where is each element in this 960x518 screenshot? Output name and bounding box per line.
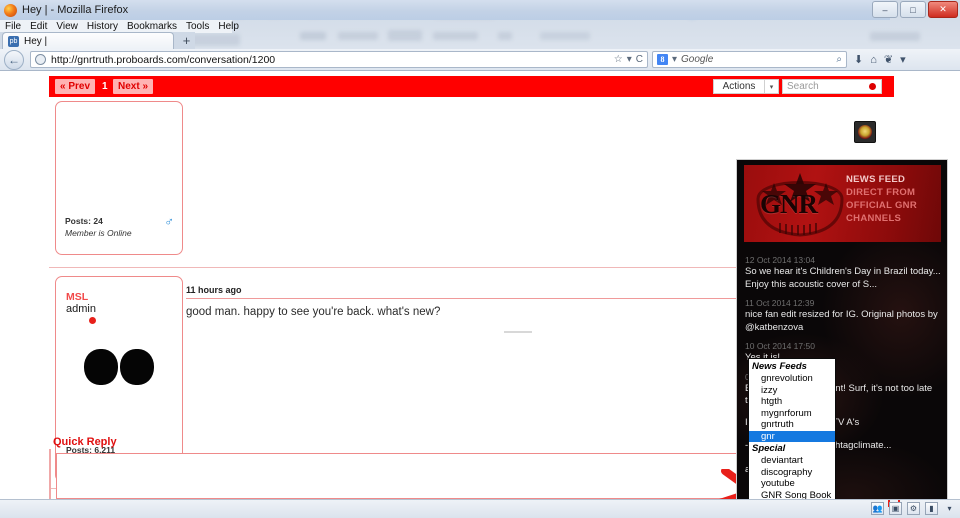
feed-item-date: 10 Oct 2014 17:50 xyxy=(745,341,815,351)
feed-item-text: So we hear it's Children's Day in Brazil… xyxy=(745,266,941,290)
title-bar: Hey | - Mozilla Firefox xyxy=(0,0,890,20)
menu-tools[interactable]: Tools xyxy=(186,21,209,32)
dropdown-option-deviantart[interactable]: deviantart xyxy=(749,455,835,467)
dropmarker-icon[interactable]: ▾ xyxy=(627,54,632,65)
search-engine-caret-icon[interactable]: ▾ xyxy=(672,54,677,65)
dropdown-option-gnrtruth[interactable]: gnrtruth xyxy=(749,419,835,431)
firefox-logo-icon xyxy=(4,3,17,17)
actions-button-label[interactable]: Actions xyxy=(713,79,765,94)
users-icon[interactable]: 👥 xyxy=(871,502,884,515)
post-author-card: Posts: 24 Member is Online ♂ xyxy=(55,101,183,255)
menu-view[interactable]: View xyxy=(56,21,78,32)
addons-icon[interactable]: ❦ xyxy=(884,53,893,66)
overlay-banner-headline: NEWS FEED DIRECT FROM OFFICIAL GNR CHANN… xyxy=(846,173,934,225)
back-button[interactable]: ← xyxy=(4,49,24,70)
actions-dropdown[interactable]: Actions ▾ xyxy=(713,79,779,94)
prev-page-button[interactable]: « Prev xyxy=(55,79,96,94)
status-bar-icons: 👥 ▣ ⚙ ▮ ▾ xyxy=(871,502,956,515)
downloads-icon[interactable]: ⬇ xyxy=(854,53,863,66)
feed-item[interactable]: 12 Oct 2014 13:04 So we hear it's Childr… xyxy=(745,255,941,291)
bookmark-star-icon[interactable]: ☆ xyxy=(614,54,623,65)
post-timestamp: 11 hours ago xyxy=(186,285,242,295)
tab-title: Hey | xyxy=(24,35,48,47)
feed-item[interactable]: 11 Oct 2014 12:39 nice fan edit resized … xyxy=(745,298,941,334)
dropdown-group-label: Special xyxy=(752,443,786,454)
member-status: Member is Online xyxy=(65,228,132,238)
menu-history[interactable]: History xyxy=(87,21,118,32)
quick-reply-left-rail xyxy=(49,449,51,499)
overlay-banner: GNR NEWS FEED DIRECT FROM OFFICIAL GNR C… xyxy=(744,165,941,242)
forum-toolbar: « Prev 1 Next » Actions ▾ Search xyxy=(49,76,894,97)
site-identity-icon xyxy=(35,54,46,65)
close-button[interactable]: ✕ xyxy=(928,1,958,18)
post-count: Posts: 24 xyxy=(65,216,103,226)
search-magnifier-icon[interactable]: ⌕ xyxy=(836,54,842,65)
author-avatar xyxy=(84,349,156,385)
next-page-button[interactable]: Next » xyxy=(113,79,154,94)
search-submit-icon[interactable] xyxy=(868,82,877,91)
gnr-wordmark: GNR xyxy=(760,189,818,219)
feed-item-text: nice fan edit resized for IG. Original p… xyxy=(745,309,938,333)
reload-icon[interactable]: C xyxy=(636,54,643,65)
window-controls[interactable]: – □ ✕ xyxy=(872,1,958,18)
gear-icon[interactable]: ⚙ xyxy=(907,502,920,515)
toolbar-buttons: ⬇ ⌂ ❦ ▾ xyxy=(854,53,906,67)
current-page-number: 1 xyxy=(102,81,108,92)
quick-reply-label: Quick Reply xyxy=(53,436,117,448)
menu-bookmarks[interactable]: Bookmarks xyxy=(127,21,177,32)
menu-edit[interactable]: Edit xyxy=(30,21,47,32)
chevron-down-icon[interactable]: ▾ xyxy=(765,79,779,94)
url-text: http://gnrtruth.proboards.com/conversati… xyxy=(51,53,276,66)
url-bar-icons: ☆ ▾ C xyxy=(614,54,643,65)
maximize-button[interactable]: □ xyxy=(900,1,926,18)
feed-item-date: 12 Oct 2014 13:04 xyxy=(745,255,815,265)
browser-tab[interactable]: pb Hey | xyxy=(2,32,174,49)
tab-strip: pb Hey | + xyxy=(0,32,195,49)
gender-male-icon: ♂ xyxy=(164,214,174,229)
status-bar: 👥 ▣ ⚙ ▮ ▾ xyxy=(0,499,960,518)
page-content: « Prev 1 Next » Actions ▾ Search Posts: … xyxy=(0,71,960,499)
dropdown-option-discography[interactable]: discography xyxy=(749,467,835,479)
post-author-card: MSL admin Posts: 6,211 xyxy=(55,276,183,482)
dropdown-option-mygnrforum[interactable]: mygnrforum xyxy=(749,408,835,420)
dropdown-option-gnr-song-book[interactable]: GNR Song Book xyxy=(749,490,835,500)
dropdown-option-gnrevolution[interactable]: gnrevolution xyxy=(749,373,835,385)
forum-search-input[interactable]: Search xyxy=(782,79,882,94)
panel-icon[interactable]: ▮ xyxy=(925,502,938,515)
headline-line-2: DIRECT FROM xyxy=(846,187,916,198)
author-role: admin xyxy=(66,303,96,315)
dropdown-option-htgth[interactable]: htgth xyxy=(749,396,835,408)
browser-search-bar[interactable]: 8 ▾ Google ⌕ xyxy=(652,51,847,68)
menu-file[interactable]: File xyxy=(5,21,21,32)
firefox-window: Hey | - Mozilla Firefox – □ ✕ File Edit … xyxy=(0,0,960,518)
headline-line-4: CHANNELS xyxy=(846,213,902,224)
feed-select-dropdown-list[interactable]: News Feeds gnrevolution izzy htgth mygnr… xyxy=(748,358,836,499)
url-bar[interactable]: http://gnrtruth.proboards.com/conversati… xyxy=(30,51,648,68)
gnr-logo-icon xyxy=(854,121,876,143)
minimize-button[interactable]: – xyxy=(872,1,898,18)
dropdown-option-izzy[interactable]: izzy xyxy=(749,385,835,397)
navigation-toolbar: ← http://gnrtruth.proboards.com/conversa… xyxy=(0,49,960,71)
window-icon[interactable]: ▣ xyxy=(889,502,902,515)
tab-favicon-icon: pb xyxy=(8,35,19,47)
menu-help[interactable]: Help xyxy=(218,21,239,32)
google-badge-icon: 8 xyxy=(657,54,668,65)
dropdown-group-label: News Feeds xyxy=(752,361,807,372)
new-tab-button[interactable]: + xyxy=(178,33,195,48)
news-feed-overlay: GNR NEWS FEED DIRECT FROM OFFICIAL GNR C… xyxy=(736,159,948,499)
avatar-red-dot-icon xyxy=(89,317,96,324)
window-title: Hey | - Mozilla Firefox xyxy=(22,4,129,16)
dropdown-option-youtube[interactable]: youtube xyxy=(749,478,835,490)
headline-line-3: OFFICIAL GNR xyxy=(846,200,917,211)
post-artifact xyxy=(504,331,532,333)
forum-search-placeholder: Search xyxy=(787,81,819,92)
dropdown-option-gnr-selected[interactable]: gnr xyxy=(749,430,835,442)
search-engine-name: Google xyxy=(681,54,714,65)
headline-line-1: NEWS FEED xyxy=(846,174,906,185)
home-icon[interactable]: ⌂ xyxy=(870,54,877,66)
author-username[interactable]: MSL xyxy=(66,291,88,303)
overflow-icon[interactable]: ▾ xyxy=(943,502,956,515)
toolbar-overflow-icon[interactable]: ▾ xyxy=(900,53,906,66)
feed-item-date: 11 Oct 2014 12:39 xyxy=(745,298,815,308)
